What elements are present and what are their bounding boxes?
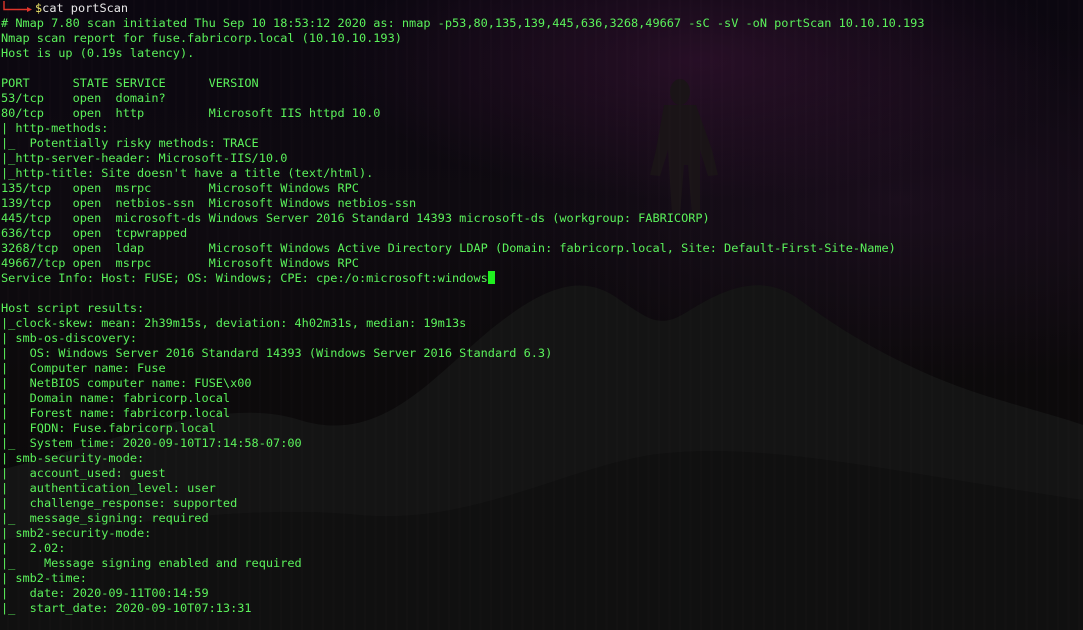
- service-info-line: Service Info: Host: FUSE; OS: Windows; C…: [1, 271, 924, 286]
- output-line: | http-methods:: [1, 121, 116, 135]
- output-line-text: Service Info: Host: FUSE; OS: Windows; C…: [1, 271, 488, 285]
- output-line: | date: 2020-09-11T00:14:59: [1, 586, 209, 600]
- terminal-output: $cat portScan # Nmap 7.80 scan initiated …: [1, 1, 924, 616]
- output-line: | OS: Windows Server 2016 Standard 14393…: [1, 346, 553, 360]
- output-line: 636/tcp open tcpwrapped: [1, 226, 188, 240]
- output-line: Nmap scan report for fuse.fabricorp.loca…: [1, 31, 402, 45]
- output-line: | smb2-time:: [1, 571, 95, 585]
- output-line: | FQDN: Fuse.fabricorp.local: [1, 421, 216, 435]
- text-cursor: [487, 271, 495, 284]
- output-line: | Domain name: fabricorp.local: [1, 391, 231, 405]
- output-line: |_ start_date: 2020-09-10T07:13:31: [1, 601, 252, 615]
- output-line: | smb-security-mode:: [1, 451, 152, 465]
- output-line: |_ Potentially risky methods: TRACE: [1, 136, 259, 150]
- output-line: 139/tcp open netbios-ssn Microsoft Windo…: [1, 196, 417, 210]
- output-line: 135/tcp open msrpc Microsoft Windows RPC: [1, 181, 359, 195]
- output-line: |_ System time: 2020-09-10T17:14:58-07:0…: [1, 436, 302, 450]
- output-line: | authentication_level: user: [1, 481, 216, 495]
- output-line: | NetBIOS computer name: FUSE\x00: [1, 376, 252, 390]
- prompt-command: cat portScan: [42, 1, 129, 15]
- output-line: |_ Message signing enabled and required: [1, 556, 302, 570]
- output-line: | account_used: guest: [1, 466, 166, 480]
- output-line: | smb-os-discovery:: [1, 331, 145, 345]
- terminal-window[interactable]: $cat portScan # Nmap 7.80 scan initiated …: [0, 0, 1083, 630]
- prompt-line: $cat portScan: [1, 1, 924, 16]
- output-line: |_clock-skew: mean: 2h39m15s, deviation:…: [1, 316, 467, 330]
- output-line: |_http-title: Site doesn't have a title …: [1, 166, 374, 180]
- output-line: PORT STATE SERVICE VERSION: [1, 76, 259, 90]
- output-line: # Nmap 7.80 scan initiated Thu Sep 10 18…: [1, 16, 925, 30]
- output-line: Host script results:: [1, 301, 145, 315]
- output-line: 3268/tcp open ldap Microsoft Windows Act…: [1, 241, 896, 255]
- output-line: | smb2-security-mode:: [1, 526, 159, 540]
- output-line: |_ message_signing: required: [1, 511, 209, 525]
- prompt-arrow-icon: [3, 1, 32, 12]
- output-line: | Forest name: fabricorp.local: [1, 406, 231, 420]
- output-line: | Computer name: Fuse: [1, 361, 166, 375]
- output-line: |_http-server-header: Microsoft-IIS/10.0: [1, 151, 288, 165]
- output-line: 49667/tcp open msrpc Microsoft Windows R…: [1, 256, 359, 270]
- output-line: 53/tcp open domain?: [1, 91, 166, 105]
- output-line: 80/tcp open http Microsoft IIS httpd 10.…: [1, 106, 381, 120]
- output-line: 445/tcp open microsoft-ds Windows Server…: [1, 211, 710, 225]
- output-line: | challenge_response: supported: [1, 496, 238, 510]
- output-line: Host is up (0.19s latency).: [1, 46, 195, 60]
- output-line: | 2.02:: [1, 541, 73, 555]
